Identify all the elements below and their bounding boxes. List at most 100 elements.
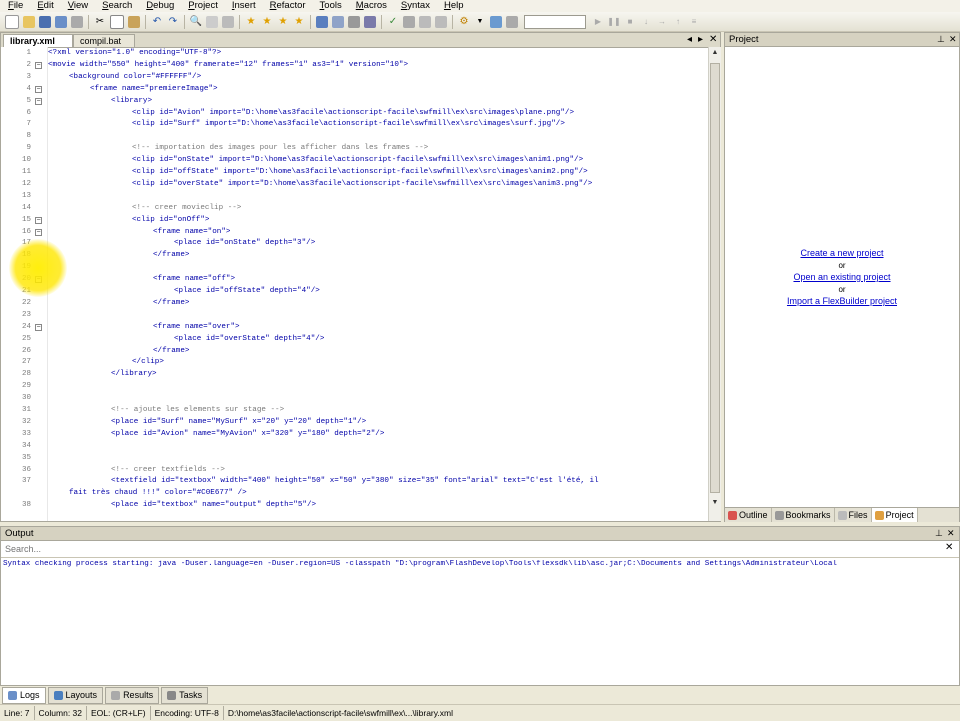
replace-icon[interactable]	[206, 15, 218, 28]
code-line[interactable]: <frame name="on">	[153, 227, 230, 239]
clear-search-icon[interactable]: ✕	[945, 542, 953, 553]
code-line[interactable]: <background color="#FFFFFF"/>	[69, 72, 201, 84]
goto-icon[interactable]	[222, 15, 234, 28]
fold-toggle-icon[interactable]: −	[35, 97, 42, 105]
code-line[interactable]: <place id="textbox" name="output" depth=…	[111, 500, 316, 512]
menu-item-macros[interactable]: Macros	[348, 0, 393, 12]
paste-icon[interactable]	[128, 15, 140, 28]
import-flexbuilder-link[interactable]: Import a FlexBuilder project	[725, 296, 959, 306]
code-line[interactable]: <place id="Avion" name="MyAvion" x="320"…	[111, 429, 384, 441]
menu-item-file[interactable]: File	[0, 0, 29, 12]
code-line[interactable]: <clip id="onState" import="D:\home\as3fa…	[132, 155, 583, 167]
panel-icon[interactable]	[316, 15, 328, 28]
tab-outline[interactable]: Outline	[725, 508, 772, 522]
save-icon[interactable]	[39, 15, 51, 28]
scroll-down-icon[interactable]: ▼	[709, 497, 721, 509]
code-line[interactable]: fait très chaud !!!" color="#C0E677" />	[69, 488, 247, 500]
debug-icon[interactable]	[506, 15, 518, 28]
code-text-area[interactable]: <?xml version="1.0" encoding="UTF-8"?> <m…	[48, 47, 708, 521]
indent-icon[interactable]	[435, 15, 447, 28]
comment-icon[interactable]	[419, 15, 431, 28]
code-line[interactable]: <?xml version="1.0" encoding="UTF-8"?>	[48, 48, 221, 60]
output-search-input[interactable]	[3, 542, 943, 556]
play-icon[interactable]: ▶	[592, 16, 604, 28]
tab-right-arrow-icon[interactable]: ▸	[698, 33, 703, 47]
save-all-icon[interactable]	[55, 15, 67, 28]
build-gear-icon[interactable]: ⚙	[458, 16, 470, 28]
menu-item-insert[interactable]: Insert	[224, 0, 262, 12]
tab-results[interactable]: Results	[105, 686, 160, 704]
code-line[interactable]: </frame>	[153, 346, 189, 358]
tab-logs[interactable]: Logs	[2, 686, 46, 704]
build-target-select[interactable]	[524, 14, 586, 29]
settings-icon[interactable]	[348, 15, 360, 28]
menu-item-project[interactable]: Project	[180, 0, 224, 12]
help-icon[interactable]	[364, 15, 376, 28]
code-line[interactable]: <!-- ajoute les elements sur stage -->	[111, 405, 284, 417]
tab-left-arrow-icon[interactable]: ◂	[687, 33, 692, 47]
copy-icon[interactable]	[110, 14, 124, 29]
new-file-icon[interactable]	[5, 14, 19, 29]
cut-icon[interactable]: ✂	[94, 16, 106, 28]
tab-bookmarks[interactable]: Bookmarks	[772, 508, 835, 522]
code-line[interactable]: <frame name="premiereImage">	[90, 84, 218, 96]
tab-compil-bat[interactable]: compil.bat	[73, 34, 135, 47]
code-line[interactable]: </clip>	[132, 357, 164, 369]
fold-toggle-icon[interactable]: −	[35, 61, 42, 69]
close-panel-icon[interactable]: ✕	[947, 527, 955, 540]
code-line[interactable]: <place id="Surf" name="MySurf" x="20" y=…	[111, 417, 366, 429]
tab-tasks[interactable]: Tasks	[161, 686, 209, 704]
menu-item-view[interactable]: View	[60, 0, 94, 12]
code-line[interactable]: <place id="offState" depth="4"/>	[174, 286, 320, 298]
fold-toggle-icon[interactable]: −	[35, 228, 42, 236]
code-line[interactable]: <!-- importation des images pour les aff…	[132, 143, 428, 155]
window-icon[interactable]	[332, 15, 344, 28]
open-folder-icon[interactable]	[23, 15, 35, 28]
code-line[interactable]: <frame name="off">	[153, 274, 235, 286]
bookmark-clear-icon[interactable]: ★	[293, 16, 305, 28]
menu-item-edit[interactable]: Edit	[29, 0, 59, 12]
code-line[interactable]: <textfield id="textbox" width="400" heig…	[111, 476, 599, 488]
create-project-link[interactable]: Create a new project	[725, 248, 959, 258]
fold-toggle-icon[interactable]: −	[35, 85, 42, 93]
stop-icon[interactable]: ■	[624, 16, 636, 28]
step-out-icon[interactable]: ↑	[672, 16, 684, 28]
code-line[interactable]: </library>	[111, 369, 157, 381]
scrollbar-thumb[interactable]	[710, 63, 720, 493]
menu-item-search[interactable]: Search	[94, 0, 138, 12]
code-line[interactable]: <clip id="onOff">	[132, 215, 209, 227]
menu-item-tools[interactable]: Tools	[312, 0, 348, 12]
menu-item-debug[interactable]: Debug	[138, 0, 180, 12]
print-icon[interactable]	[71, 15, 83, 28]
test-movie-icon[interactable]	[490, 15, 502, 28]
bookmark-next-icon[interactable]: ★	[261, 16, 273, 28]
check-syntax-icon[interactable]: ✓	[387, 16, 399, 28]
code-line[interactable]: <clip id="Avion" import="D:\home\as3faci…	[132, 108, 574, 120]
code-line[interactable]: <clip id="overState" import="D:\home\as3…	[132, 179, 592, 191]
menu-item-syntax[interactable]: Syntax	[393, 0, 436, 12]
redo-icon[interactable]: ↷	[167, 16, 179, 28]
format-icon[interactable]	[403, 15, 415, 28]
open-project-link[interactable]: Open an existing project	[725, 272, 959, 282]
tab-project[interactable]: Project	[871, 508, 918, 522]
code-line[interactable]: </frame>	[153, 250, 189, 262]
tab-layouts[interactable]: Layouts	[47, 686, 104, 704]
tasks-icon[interactable]: ≡	[688, 16, 700, 28]
tab-files[interactable]: Files	[835, 508, 872, 522]
close-panel-icon[interactable]: ✕	[949, 33, 957, 46]
code-line[interactable]: <frame name="over">	[153, 322, 240, 334]
step-over-icon[interactable]: →	[656, 16, 668, 28]
step-into-icon[interactable]: ↓	[640, 16, 652, 28]
pause-icon[interactable]: ❚❚	[607, 16, 620, 28]
code-line[interactable]: <place id="onState" depth="3"/>	[174, 238, 315, 250]
bookmark-prev-icon[interactable]: ★	[277, 16, 289, 28]
close-tab-icon[interactable]: ✕	[709, 33, 717, 47]
dropdown-arrow-icon[interactable]: ▼	[474, 16, 486, 28]
code-line[interactable]: <!-- creer textfields -->	[111, 465, 225, 477]
fold-toggle-icon[interactable]: −	[35, 216, 42, 224]
pin-icon[interactable]: ⊥	[937, 33, 945, 46]
fold-toggle-icon[interactable]: −	[35, 323, 42, 331]
editor-vertical-scrollbar[interactable]: ▲ ▼	[708, 47, 721, 521]
code-line[interactable]: </frame>	[153, 298, 189, 310]
find-icon[interactable]: 🔍	[190, 16, 202, 28]
